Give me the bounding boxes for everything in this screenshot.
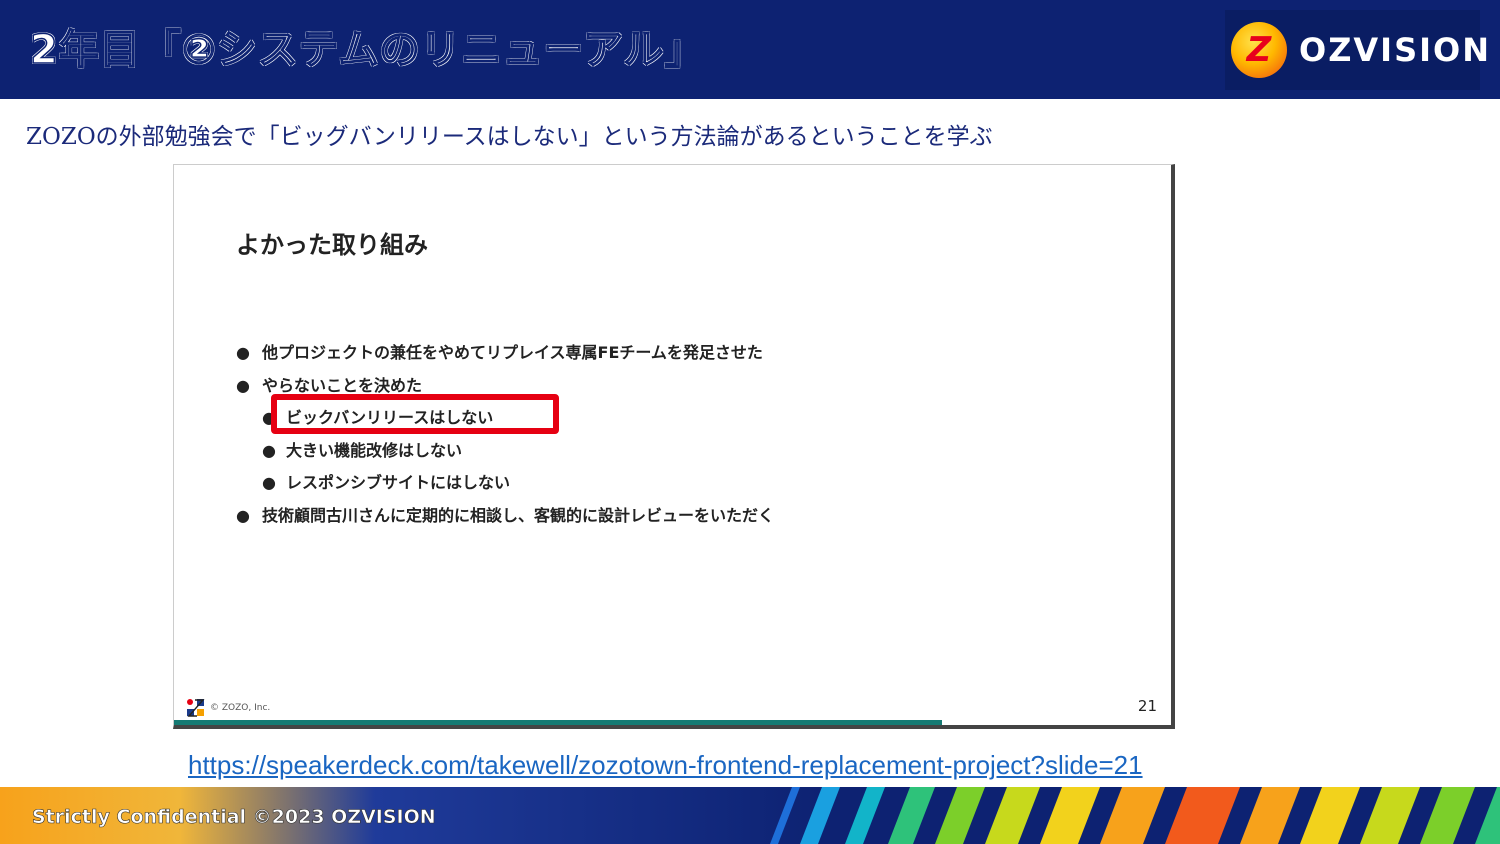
subtitle: ZOZOの外部勉強会で「ビッグバンリリースはしない」という方法論があるということ… [26, 124, 993, 150]
slide-page-number: 21 [1137, 697, 1157, 715]
slide-heading: よかった取り組み [236, 231, 428, 259]
embedded-slide: よかった取り組み ● 他プロジェクトの兼任をやめてリプレイス専属FEチームを発足さ… [173, 164, 1175, 729]
bullet-dot-icon: ● [262, 473, 276, 492]
ozvision-logo: Z OZVISION [1225, 10, 1489, 90]
slide-bullet-text: 大きい機能改修はしない [286, 440, 463, 460]
speakerdeck-link[interactable]: https://speakerdeck.com/takewell/zozotow… [188, 748, 1143, 782]
bullet-dot-icon: ● [236, 505, 250, 525]
slide-footer-company: © ZOZO, Inc. [210, 703, 271, 713]
footer-confidential: Strictly Confidential ©2023 OZVISION [32, 806, 436, 829]
footer-bar: Strictly Confidential ©2023 OZVISION [0, 787, 1500, 844]
highlight-box [271, 394, 559, 434]
slide-bullet-text: レスポンシブサイトにはしない [286, 473, 511, 492]
slide-progress-bar [174, 720, 942, 725]
zozo-logo-icon [187, 699, 205, 717]
bullet-dot-icon: ● [236, 375, 250, 395]
header-bar: 2年目「②システムのリニューアル」 Z OZVISION [0, 0, 1500, 99]
logo-mark-icon: Z [1231, 22, 1287, 78]
logo-wordmark: OZVISION [1299, 31, 1492, 69]
slide-bullet-text: 他プロジェクトの兼任をやめてリプレイス専属FEチームを発足させた [262, 343, 763, 362]
logo-mark-letter: Z [1246, 30, 1272, 70]
bullet-dot-icon: ● [262, 440, 276, 460]
slide-bullet-text: 技術顧問古川さんに定期的に相談し、客観的に設計レビューをいただく [262, 505, 775, 525]
page-title: 2年目「②システムのリニューアル」 [29, 26, 706, 74]
bullet-dot-icon: ● [236, 343, 250, 362]
